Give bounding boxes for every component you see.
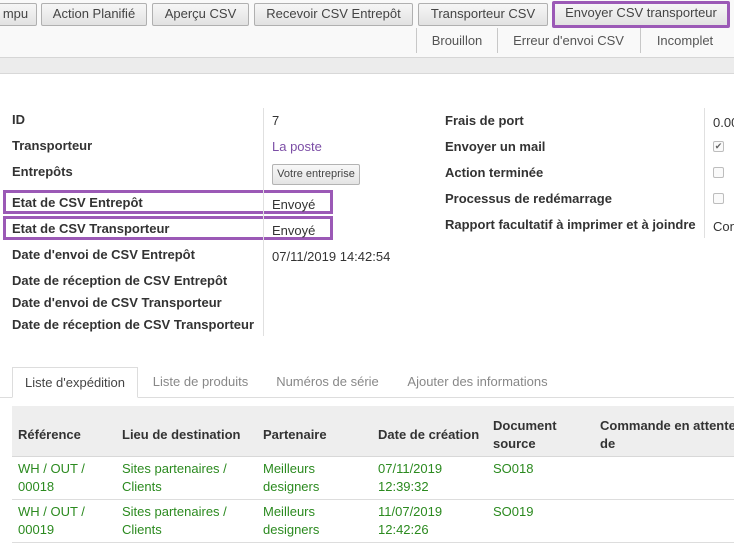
sheet-top-band: [0, 58, 734, 74]
left-column-separator: [263, 108, 264, 336]
button-mpu[interactable]: mpu: [0, 3, 37, 26]
processus-redemarrage-checkbox[interactable]: [713, 193, 724, 204]
status-erreur-envoi-csv[interactable]: Erreur d'envoi CSV: [498, 28, 639, 53]
column-header-reference[interactable]: Référence: [18, 426, 81, 444]
frais-de-port-label: Frais de port: [445, 113, 524, 128]
table-row-1-document-source[interactable]: SO018: [493, 460, 533, 478]
tab-numeros-serie[interactable]: Numéros de série: [264, 367, 391, 398]
status-brouillon[interactable]: Brouillon: [418, 28, 496, 53]
status-incomplet[interactable]: Incomplet: [641, 28, 729, 53]
status-separator: [416, 28, 417, 53]
id-label: ID: [12, 112, 25, 127]
column-header-lieu-destination[interactable]: Lieu de destination: [122, 426, 240, 444]
transporteur-label: Transporteur: [12, 138, 93, 153]
action-terminee-checkbox[interactable]: [713, 167, 724, 178]
rapport-facultatif-label: Rapport facultatif à imprimer et à joind…: [445, 217, 696, 232]
date-envoi-transporteur-label: Date d'envoi de CSV Transporteur: [12, 295, 222, 310]
action-terminee-label: Action terminée: [445, 165, 544, 180]
column-header-commande-attente[interactable]: Commande en attente de: [600, 417, 734, 453]
table-row-divider: [12, 542, 734, 543]
etat-csv-transporteur-label: Etat de CSV Transporteur: [12, 221, 170, 236]
etat-csv-transporteur-value: Envoyé: [272, 223, 316, 238]
table-row-divider: [12, 499, 734, 500]
recevoir-csv-entrepot-button[interactable]: Recevoir CSV Entrepôt: [254, 3, 413, 26]
envoyer-csv-transporteur-button[interactable]: Envoyer CSV transporteur: [552, 1, 730, 28]
envoyer-mail-checkbox[interactable]: ✔: [713, 141, 724, 152]
action-planifie-button[interactable]: Action Planifié: [41, 3, 147, 26]
processus-redemarrage-label: Processus de redémarrage: [445, 191, 612, 206]
table-row-2-destination[interactable]: Sites partenaires / Clients: [122, 503, 227, 539]
entrepot-tag-button[interactable]: Votre entreprise: [272, 164, 360, 185]
transporteur-link[interactable]: La poste: [272, 139, 322, 154]
id-value: 7: [272, 113, 280, 128]
apercu-csv-button[interactable]: Aperçu CSV: [152, 3, 249, 26]
table-row-1-reference[interactable]: WH / OUT /00018: [18, 460, 85, 496]
table-row-2-reference[interactable]: WH / OUT /00019: [18, 503, 85, 539]
tab-liste-produits[interactable]: Liste de produits: [140, 367, 261, 398]
table-row-1-date[interactable]: 07/11/2019 12:39:32: [378, 460, 442, 496]
etat-csv-entrepot-label: Etat de CSV Entrepôt: [12, 195, 143, 210]
date-reception-entrepot-label: Date de réception de CSV Entrepôt: [12, 273, 228, 288]
entrepots-label: Entrepôts: [12, 164, 73, 179]
table-row-2-document-source[interactable]: SO019: [493, 503, 533, 521]
table-row-2-partenaire[interactable]: Meilleurs designers: [263, 503, 319, 539]
transporteur-csv-button[interactable]: Transporteur CSV: [418, 3, 548, 26]
date-envoi-entrepot-label: Date d'envoi de CSV Entrepôt: [12, 247, 195, 262]
envoyer-mail-label: Envoyer un mail: [445, 139, 546, 154]
frais-de-port-value: 0.00: [713, 115, 734, 130]
table-row-2-date[interactable]: 11/07/2019 12:42:26: [378, 503, 442, 539]
rapport-facultatif-value[interactable]: Con: [713, 219, 734, 234]
table-row-1-partenaire[interactable]: Meilleurs designers: [263, 460, 319, 496]
tab-liste-expedition[interactable]: Liste d'expédition: [12, 367, 138, 398]
tab-ajouter-informations[interactable]: Ajouter des informations: [396, 367, 559, 398]
column-header-document-source[interactable]: Document source: [493, 417, 563, 453]
date-envoi-entrepot-value: 07/11/2019 14:42:54: [272, 249, 391, 264]
date-reception-transporteur-label: Date de réception de CSV Transporteur: [12, 317, 255, 332]
column-header-partenaire[interactable]: Partenaire: [263, 426, 327, 444]
column-header-date-creation[interactable]: Date de création: [378, 426, 479, 444]
etat-csv-entrepot-value: Envoyé: [272, 197, 316, 212]
right-column-separator: [704, 108, 705, 238]
table-row-1-destination[interactable]: Sites partenaires / Clients: [122, 460, 227, 496]
